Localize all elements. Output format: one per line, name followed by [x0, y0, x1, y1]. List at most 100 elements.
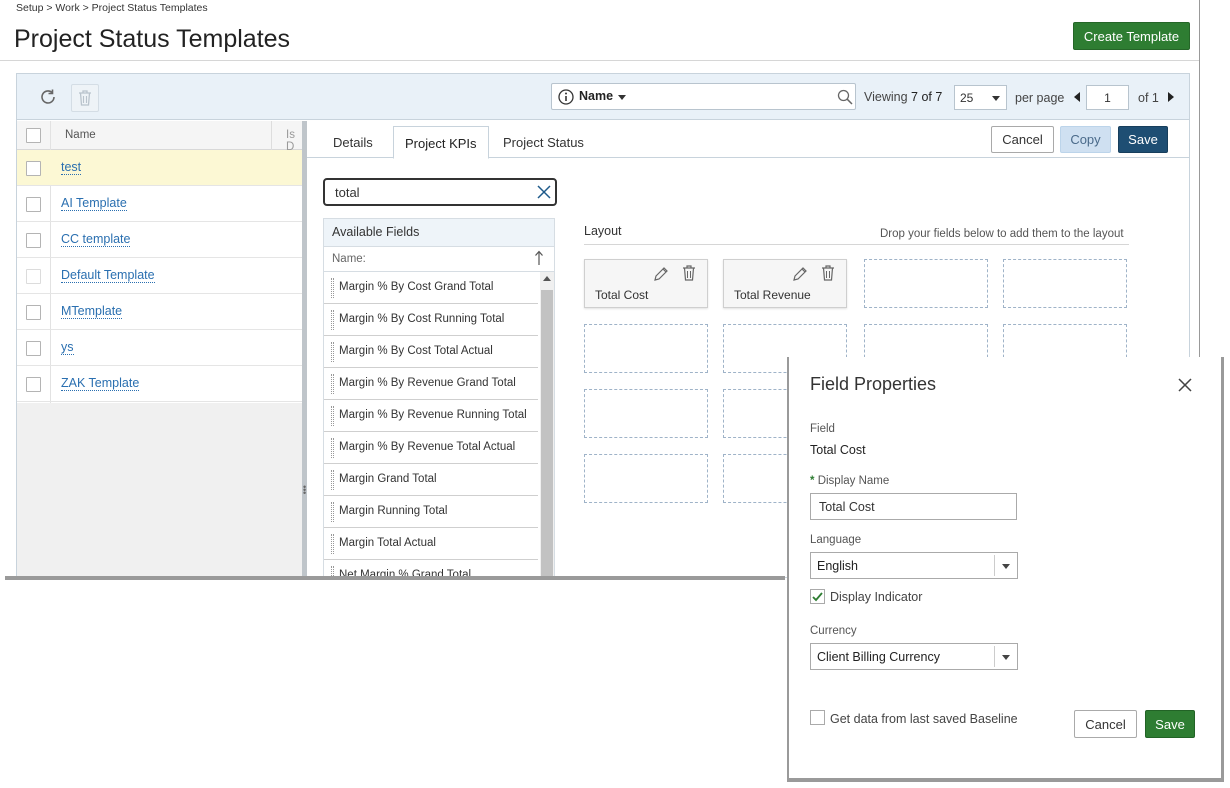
column-divider[interactable]: [271, 121, 272, 150]
language-label: Language: [810, 534, 862, 546]
list-item[interactable]: Margin Running Total: [324, 496, 538, 528]
list-item[interactable]: Margin % By Revenue Grand Total: [324, 368, 538, 400]
drag-handle-icon[interactable]: [331, 374, 334, 394]
available-fields-title: Available Fields: [324, 219, 554, 247]
template-link[interactable]: MTemplate: [61, 304, 123, 319]
refresh-icon[interactable]: [37, 86, 59, 108]
template-link[interactable]: ZAK Template: [61, 376, 140, 391]
table-row[interactable]: CC template: [17, 222, 302, 258]
delete-icon[interactable]: [71, 84, 99, 112]
layout-card-total-cost[interactable]: Total Cost: [584, 259, 708, 308]
table-row[interactable]: Default Template: [17, 258, 302, 294]
prev-page-icon[interactable]: [1074, 92, 1080, 102]
drag-handle-icon[interactable]: [331, 438, 334, 458]
drag-handle-icon[interactable]: [331, 342, 334, 362]
list-item[interactable]: Margin Total Actual: [324, 528, 538, 560]
per-page-select[interactable]: 25: [954, 85, 1007, 110]
display-name-field[interactable]: Total Cost: [810, 493, 1017, 520]
select-all-checkbox[interactable]: [26, 128, 41, 143]
trash-icon[interactable]: [821, 265, 835, 284]
table-row[interactable]: MTemplate: [17, 294, 302, 330]
tab-project-status[interactable]: Project Status: [503, 135, 584, 150]
row-checkbox[interactable]: [26, 305, 41, 320]
row-checkbox[interactable]: [26, 233, 41, 248]
template-link[interactable]: test: [61, 160, 82, 175]
available-fields-sort-header[interactable]: Name:: [324, 247, 554, 272]
select-divider: [994, 646, 995, 667]
viewing-summary: Viewing 7 of 7: [864, 90, 942, 104]
copy-button[interactable]: Copy: [1060, 126, 1111, 153]
sort-ascending-icon[interactable]: [534, 250, 544, 269]
search-input[interactable]: Name: [551, 83, 856, 110]
grid-header: Name Is D: [17, 121, 302, 153]
field-cancel-button[interactable]: Cancel: [1074, 710, 1137, 738]
list-item[interactable]: Margin Grand Total: [324, 464, 538, 496]
list-item[interactable]: Margin % By Cost Grand Total: [324, 272, 538, 304]
field-name: Margin % By Cost Grand Total: [339, 281, 494, 293]
search-field-select[interactable]: Name: [579, 89, 613, 103]
tab-project-kpis[interactable]: Project KPIs: [393, 126, 489, 159]
page-edge-divider: [1199, 0, 1200, 360]
layout-drop-slot[interactable]: [1003, 259, 1127, 308]
list-item[interactable]: Margin % By Cost Running Total: [324, 304, 538, 336]
row-checkbox[interactable]: [26, 377, 41, 392]
drag-handle-icon[interactable]: • • •: [303, 483, 306, 498]
baseline-checkbox[interactable]: [810, 710, 825, 725]
template-link[interactable]: CC template: [61, 232, 131, 247]
list-item[interactable]: Margin % By Revenue Total Actual: [324, 432, 538, 464]
save-button[interactable]: Save: [1118, 126, 1168, 153]
scroll-up-icon[interactable]: [543, 276, 551, 281]
table-row[interactable]: test: [17, 150, 302, 186]
name-sort-label: Name:: [332, 253, 366, 265]
close-icon[interactable]: [1178, 378, 1192, 395]
baseline-label[interactable]: Get data from last saved Baseline: [830, 712, 1018, 726]
tab-details[interactable]: Details: [333, 135, 373, 150]
drag-handle-icon[interactable]: [331, 470, 334, 490]
template-link[interactable]: AI Template: [61, 196, 127, 211]
layout-card-total-revenue[interactable]: Total Revenue: [723, 259, 847, 308]
row-checkbox[interactable]: [26, 197, 41, 212]
layout-hint: Drop your fields below to add them to th…: [880, 228, 1124, 240]
table-row[interactable]: ys: [17, 330, 302, 366]
drag-handle-icon[interactable]: [331, 502, 334, 522]
edit-icon[interactable]: [653, 266, 669, 285]
drag-handle-icon[interactable]: [331, 278, 334, 298]
edit-icon[interactable]: [792, 266, 808, 285]
layout-drop-slot[interactable]: [584, 389, 708, 438]
template-link[interactable]: Default Template: [61, 268, 155, 283]
grid-empty-area: [17, 403, 302, 577]
layout-drop-slot[interactable]: [864, 259, 988, 308]
list-item[interactable]: Margin % By Revenue Running Total: [324, 400, 538, 432]
cancel-button[interactable]: Cancel: [991, 126, 1054, 153]
column-header-name[interactable]: Name: [65, 129, 96, 141]
next-page-icon[interactable]: [1168, 92, 1174, 102]
trash-icon[interactable]: [682, 265, 696, 284]
drag-handle-icon[interactable]: [331, 310, 334, 330]
field-name: Margin % By Revenue Grand Total: [339, 377, 516, 389]
search-icon[interactable]: [837, 89, 853, 108]
scroll-thumb[interactable]: [541, 290, 553, 577]
table-row[interactable]: ZAK Template: [17, 366, 302, 402]
info-icon: [558, 89, 574, 108]
layout-drop-slot[interactable]: [584, 454, 708, 503]
display-indicator-label[interactable]: Display Indicator: [830, 590, 922, 604]
list-item[interactable]: Margin % By Cost Total Actual: [324, 336, 538, 368]
page-number-input[interactable]: 1: [1086, 85, 1129, 110]
template-link[interactable]: ys: [61, 340, 74, 355]
row-checkbox[interactable]: [26, 341, 41, 356]
chevron-down-icon[interactable]: [618, 95, 626, 100]
row-checkbox[interactable]: [26, 161, 41, 176]
drag-handle-icon[interactable]: [331, 534, 334, 554]
clear-icon[interactable]: [537, 185, 551, 202]
currency-select[interactable]: Client Billing Currency: [810, 643, 1018, 670]
display-indicator-checkbox[interactable]: [810, 589, 825, 604]
drag-handle-icon[interactable]: [331, 406, 334, 426]
kpi-search-input[interactable]: total: [323, 178, 557, 206]
create-template-button[interactable]: Create Template: [1073, 22, 1190, 50]
viewing-label: Viewing: [864, 90, 908, 104]
layout-drop-slot[interactable]: [584, 324, 708, 373]
field-save-button[interactable]: Save: [1145, 710, 1195, 738]
list-scrollbar[interactable]: [540, 272, 554, 577]
language-select[interactable]: English: [810, 552, 1018, 579]
table-row[interactable]: AI Template: [17, 186, 302, 222]
